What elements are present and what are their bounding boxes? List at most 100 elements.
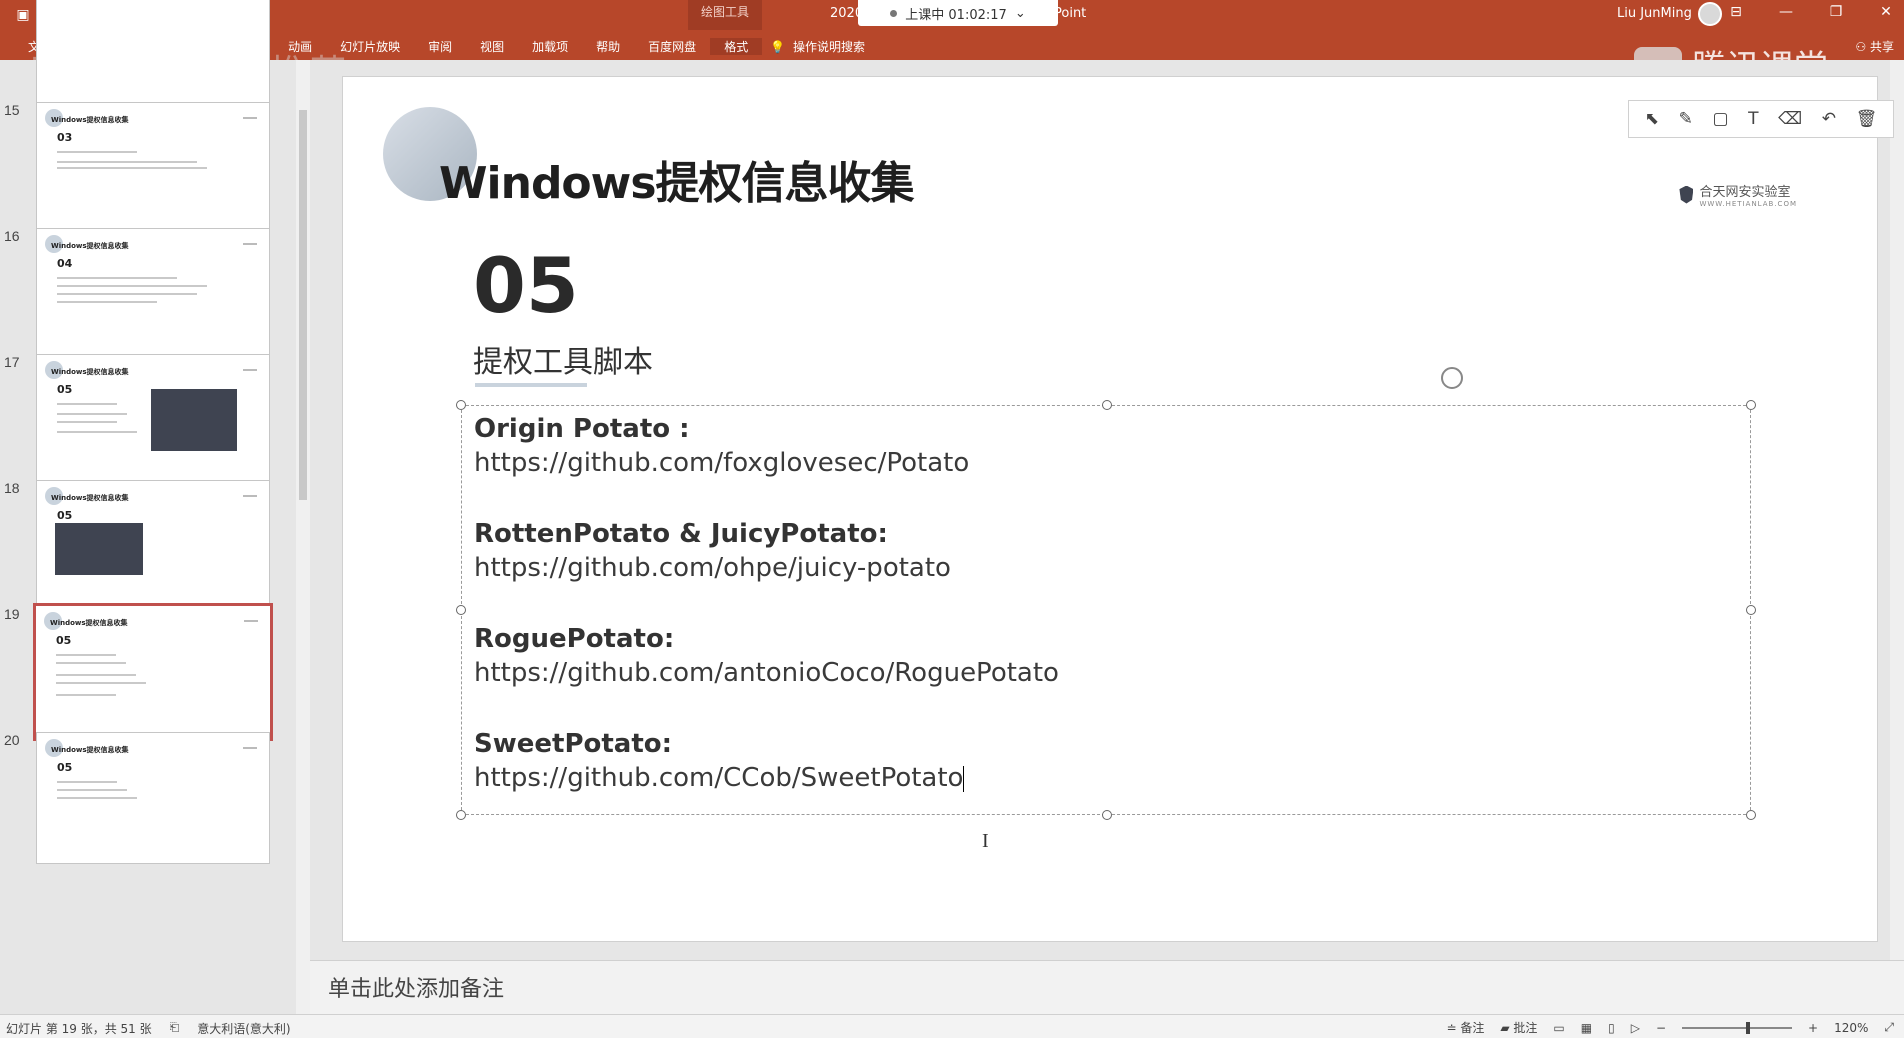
notes-pane[interactable]: 单击此处添加备注 <box>310 960 1904 1014</box>
ribbon-tab[interactable]: 格式 <box>710 38 763 55</box>
fit-to-window-icon[interactable]: ⤢ <box>1884 1020 1894 1035</box>
slide-sorter-icon[interactable]: ▦ <box>1581 1021 1592 1035</box>
zoom-slider-knob[interactable] <box>1746 1021 1751 1034</box>
zoom-out-icon[interactable]: − <box>1656 1021 1666 1035</box>
notes-button[interactable]: ≐ 备注 <box>1446 1019 1484 1036</box>
tool-name[interactable]: RottenPotato & JuicyPotato: <box>474 517 1059 551</box>
pen-icon[interactable]: ✎ <box>1679 109 1693 129</box>
resize-handle-top-right[interactable] <box>1746 400 1756 410</box>
resize-handle-bottom[interactable] <box>1102 810 1112 820</box>
thumbnail-text-line <box>57 431 137 433</box>
selected-text-box[interactable]: Origin Potato : https://github.com/foxglo… <box>456 400 1756 820</box>
share-button[interactable]: ⚇ 共享 <box>1855 38 1894 55</box>
avatar[interactable] <box>1698 2 1722 26</box>
save-icon[interactable]: ▣ <box>14 6 32 24</box>
thumbnail-text-line <box>57 421 117 423</box>
delete-icon[interactable]: 🗑 <box>1856 109 1878 129</box>
tool-repo-link[interactable]: https://github.com/antonioCoco/RoguePota… <box>474 656 1059 690</box>
status-bar: 幻灯片 第 19 张，共 51 张 ⎗ 意大利语(意大利) ≐ 备注 ▰ 批注 … <box>0 1014 1904 1038</box>
thumbnail-title: Windows提权信息收集 <box>51 242 129 250</box>
text-caret <box>963 765 965 792</box>
rotate-handle-icon[interactable] <box>1441 367 1463 389</box>
text-cursor-icon: I <box>982 830 989 852</box>
zoom-level[interactable]: 120% <box>1834 1021 1868 1035</box>
restore-icon[interactable]: ❐ <box>1826 4 1846 20</box>
undo-icon[interactable]: ↶ <box>1822 109 1836 129</box>
thumbnail-text-line <box>57 285 207 287</box>
tool-repo-link[interactable]: https://github.com/ohpe/juicy-potato <box>474 551 1059 585</box>
ribbon-tab[interactable]: 百度网盘 <box>634 38 710 55</box>
tool-repo-link[interactable]: https://github.com/CCob/SweetPotato <box>474 761 1059 795</box>
slideshow-icon[interactable]: ▷ <box>1631 1021 1640 1035</box>
resize-handle-top[interactable] <box>1102 400 1112 410</box>
tool-repo-url[interactable]: https://github.com/antonioCoco/RoguePota… <box>474 658 1059 688</box>
thumbnail-screenshot-image <box>151 389 237 451</box>
zoom-slider[interactable] <box>1682 1021 1793 1034</box>
thumbnail-scroll-thumb[interactable] <box>299 110 307 500</box>
person-icon: ⚇ <box>1855 40 1867 54</box>
thumbnail-text-line <box>56 674 136 676</box>
tool-name[interactable]: RoguePotato: <box>474 622 1059 656</box>
user-name[interactable]: Liu JunMing <box>1617 6 1692 21</box>
resize-handle-right[interactable] <box>1746 605 1756 615</box>
class-status-text: 上课中 01:02:17 <box>905 7 1007 23</box>
tool-name[interactable]: Origin Potato : <box>474 412 1059 446</box>
slide-title[interactable]: Windows提权信息收集 <box>439 147 915 211</box>
minimize-icon[interactable]: — <box>1776 4 1796 20</box>
rectangle-icon[interactable]: ▢ <box>1712 109 1728 129</box>
thumbnail-text-line <box>56 682 146 684</box>
thumbnail-text-line <box>57 403 117 405</box>
drawing-tools-context-tab: 绘图工具 <box>688 0 762 30</box>
potato-tool-entry[interactable]: RoguePotato: https://github.com/antonioCo… <box>474 622 1059 690</box>
accessibility-icon[interactable]: ⎗ <box>170 1020 180 1037</box>
thumbnail-scrollbar[interactable] <box>296 60 310 1022</box>
ribbon-tab[interactable]: 审阅 <box>414 38 466 55</box>
potato-tool-entry[interactable]: Origin Potato : https://github.com/foxglo… <box>474 412 1059 480</box>
thumbnail-logo-mark <box>243 117 257 119</box>
class-status-pill[interactable]: 上课中 01:02:17 ⌄ <box>858 0 1058 26</box>
thumbnail-title: Windows提权信息收集 <box>51 116 129 124</box>
section-number[interactable]: 05 <box>473 241 579 330</box>
section-subtitle[interactable]: 提权工具脚本 <box>473 337 653 381</box>
tool-repo-url[interactable]: https://github.com/foxglovesec/Potato <box>474 448 969 478</box>
slide-thumbnail[interactable]: 20 Windows提权信息收集 05 <box>0 732 296 882</box>
thumbnail-title: Windows提权信息收集 <box>51 494 129 502</box>
resize-handle-bottom-left[interactable] <box>456 810 466 820</box>
eraser-icon[interactable]: ⌫ <box>1778 109 1802 129</box>
notes-placeholder[interactable]: 单击此处添加备注 <box>328 971 504 1003</box>
zoom-in-icon[interactable]: + <box>1808 1021 1818 1035</box>
share-label: 共享 <box>1869 40 1894 54</box>
normal-view-icon[interactable]: ▭ <box>1553 1021 1564 1035</box>
potato-tool-entry[interactable]: SweetPotato: https://github.com/CCob/Swee… <box>474 727 1059 795</box>
thumbnail-text-line <box>57 293 197 295</box>
resize-handle-left[interactable] <box>456 605 466 615</box>
slide-scrollbar[interactable] <box>1890 60 1904 960</box>
title-bar: ▣ ↶ ↷ ⊡ ⌄ 绘图工具 2020 Point 上课中 01:02:17 ⌄… <box>0 0 1904 30</box>
text-icon[interactable]: T <box>1748 109 1758 129</box>
slide-number: 17 <box>4 354 20 370</box>
close-icon[interactable]: ✕ <box>1876 4 1896 20</box>
thumbnail-logo-mark <box>243 243 257 245</box>
slide-thumbnail-image <box>36 0 270 110</box>
tool-repo-url[interactable]: https://github.com/ohpe/juicy-potato <box>474 553 951 583</box>
text-box-content[interactable]: Origin Potato : https://github.com/foxglo… <box>474 412 1059 832</box>
thumbnail-section-number: 05 <box>57 761 73 774</box>
thumbnail-text-line <box>57 781 117 783</box>
tell-me-search[interactable]: 💡 操作说明搜索 <box>770 38 865 55</box>
pointer-icon[interactable]: ⬉ <box>1645 109 1659 129</box>
resize-handle-top-left[interactable] <box>456 400 466 410</box>
potato-tool-entry[interactable]: RottenPotato & JuicyPotato: https://githu… <box>474 517 1059 585</box>
reading-view-icon[interactable]: ▯ <box>1608 1021 1615 1035</box>
current-slide[interactable]: Windows提权信息收集 合天网安实验室 WWW.HETIANLAB.COM … <box>342 76 1878 942</box>
ribbon-tab[interactable]: 加载项 <box>518 38 582 55</box>
tool-name[interactable]: SweetPotato: <box>474 727 1059 761</box>
tool-repo-link[interactable]: https://github.com/foxglovesec/Potato <box>474 446 1059 480</box>
resize-handle-bottom-right[interactable] <box>1746 810 1756 820</box>
ribbon-tab[interactable]: 视图 <box>466 38 518 55</box>
shield-icon <box>1679 185 1694 204</box>
ribbon-display-options-icon[interactable]: ⊟ <box>1726 4 1746 20</box>
ribbon-tab[interactable]: 帮助 <box>582 38 634 55</box>
comments-button[interactable]: ▰ 批注 <box>1500 1019 1537 1036</box>
language-indicator[interactable]: 意大利语(意大利) <box>197 1020 290 1037</box>
tool-repo-url[interactable]: https://github.com/CCob/SweetPotato <box>474 763 963 793</box>
